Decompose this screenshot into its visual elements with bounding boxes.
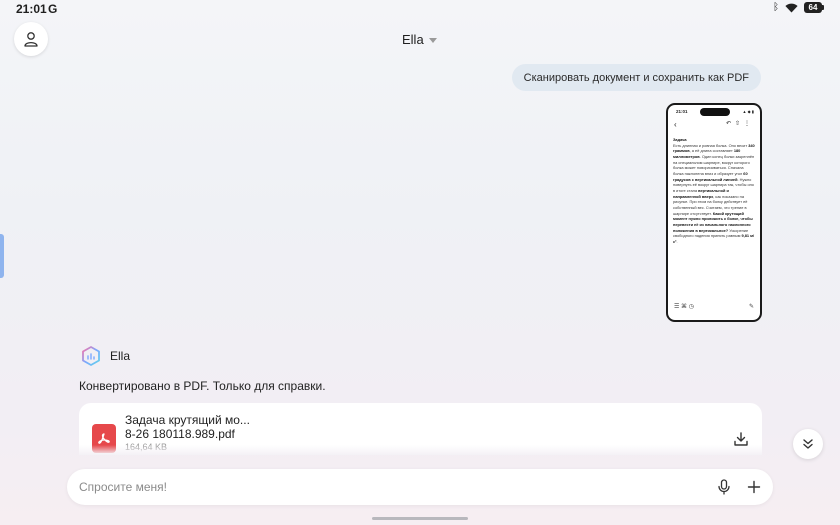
profile-button[interactable]	[14, 22, 48, 56]
thumbnail-paragraph: Есть длинная и ровная болка. Оно весит 3…	[673, 143, 755, 245]
thumbnail-tool-icons: ☰ ⌘ ◷	[674, 304, 694, 310]
plus-icon	[747, 480, 761, 494]
card-fade-overlay	[79, 445, 762, 455]
wifi-icon	[785, 3, 798, 12]
home-indicator[interactable]	[372, 517, 468, 520]
message-input-bar[interactable]: Спросите меня!	[67, 469, 773, 505]
scroll-to-bottom-button[interactable]	[793, 429, 823, 459]
thumbnail-status-icons: ▲ ◆ ▮	[742, 109, 754, 114]
message-input-placeholder[interactable]: Спросите меня!	[79, 480, 167, 494]
pdf-file-card[interactable]: Задача крутящий мо... 8-26 180118.989.pd…	[79, 403, 762, 455]
thumbnail-text-segment: , а её длина составляет	[689, 148, 734, 154]
thumbnail-back-icon: ‹	[674, 120, 677, 129]
assistant-message-text: Конвертировано в PDF. Только для справки…	[79, 379, 326, 393]
header-title: Ella	[402, 32, 424, 47]
file-name-line2: 8-26 180118.989.pdf	[125, 427, 235, 441]
thumbnail-edit-icon: ✎	[748, 304, 754, 310]
thumbnail-text-segment: Есть длинная и ровная болка. Оно весит	[673, 142, 749, 148]
user-message-bubble[interactable]: Сканировать документ и сохранить как PDF	[511, 64, 761, 91]
thumbnail-dynamic-island	[700, 108, 730, 116]
attach-button[interactable]	[745, 478, 763, 496]
google-icon: G	[48, 2, 58, 16]
person-outline-icon	[24, 32, 38, 47]
bluetooth-icon: ᛒ	[773, 2, 779, 13]
assistant-message-header: Ella	[80, 345, 130, 367]
microphone-icon	[718, 479, 730, 495]
file-name-line1: Задача крутящий мо...	[125, 413, 250, 427]
thumbnail-time: 21:01	[676, 109, 688, 114]
assistant-name: Ella	[110, 349, 131, 363]
assistant-selector[interactable]: Ella	[402, 32, 437, 47]
thumbnail-toolbar-icons: ↶⇧⋮	[725, 121, 754, 127]
status-icons: ᛒ 64	[773, 2, 824, 13]
battery-icon: 64	[804, 2, 824, 13]
attached-screenshot-thumbnail[interactable]: 21:01 ▲ ◆ ▮ ‹ ↶⇧⋮ Задача Есть длинная и …	[666, 103, 762, 322]
chevron-down-icon	[428, 37, 437, 43]
side-panel-handle[interactable]	[0, 234, 4, 278]
battery-level: 64	[804, 2, 822, 13]
voice-input-button[interactable]	[715, 478, 733, 496]
user-message-text: Сканировать документ и сохранить как PDF	[523, 71, 749, 84]
thumbnail-text-segment: .	[676, 238, 678, 244]
double-chevron-down-icon	[803, 439, 813, 449]
status-time: 21:01	[16, 2, 47, 16]
hexagon-logo-icon	[82, 346, 100, 366]
thumbnail-bottom-toolbar: ☰ ⌘ ◷ ✎	[674, 303, 754, 310]
status-bar: 21:01 G ᛒ 64	[0, 0, 840, 18]
thumbnail-document-text: Задача Есть длинная и ровная болка. Оно …	[668, 131, 760, 244]
